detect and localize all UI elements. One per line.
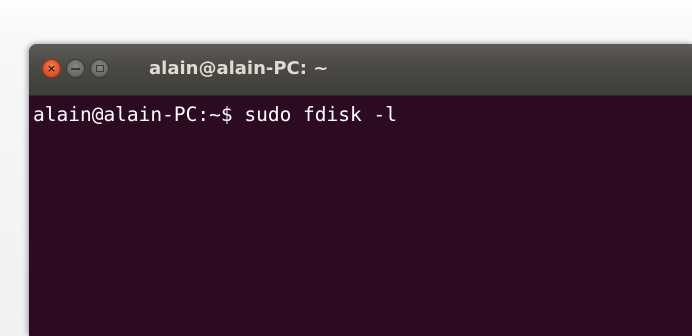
command-line: alain@alain-PC:~$ sudo fdisk -l [33,102,397,128]
minimize-icon [71,67,80,70]
title-bar[interactable]: × alain@alain-PC: ~ [29,44,692,96]
maximize-icon [95,65,104,72]
minimize-button[interactable] [66,59,85,78]
terminal-area[interactable]: alain@alain-PC:~$ sudo fdisk -l [29,96,692,336]
terminal-window[interactable]: × alain@alain-PC: ~ alain@alain-PC:~$ su… [29,44,692,336]
close-icon: × [46,62,57,75]
window-title: alain@alain-PC: ~ [149,58,329,79]
command-text: sudo fdisk -l [244,103,397,126]
maximize-button[interactable] [90,59,109,78]
close-button[interactable]: × [42,59,61,78]
shell-prompt: alain@alain-PC:~$ [33,103,233,126]
